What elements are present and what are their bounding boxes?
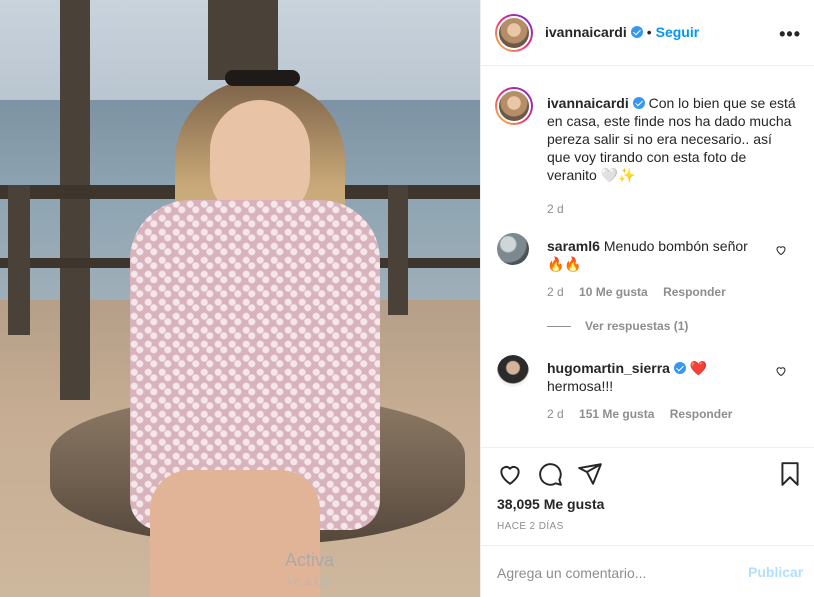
author-line: ivannaicardi • Seguir bbox=[545, 24, 699, 42]
likes-count[interactable]: 38,095 Me gusta bbox=[497, 496, 604, 512]
author-avatar[interactable] bbox=[495, 14, 533, 52]
post-actions: 38,095 Me gusta HACE 2 DÍAS bbox=[481, 447, 814, 547]
photo-post-1 bbox=[8, 185, 30, 335]
verified-badge-icon bbox=[632, 97, 645, 109]
post-header: ivannaicardi • Seguir ••• bbox=[481, 0, 814, 66]
comment-like-heart-icon[interactable] bbox=[775, 244, 787, 256]
post-side-panel: ivannaicardi • Seguir ••• ivannaicardi Con… bbox=[480, 0, 814, 597]
reply-button[interactable]: Responder bbox=[663, 285, 726, 299]
comment-username[interactable]: hugomartin_sierra bbox=[547, 360, 670, 376]
add-comment-bar: Publicar bbox=[481, 545, 814, 597]
comment-text: saraml6 Menudo bombón señor 🔥🔥 bbox=[547, 237, 767, 273]
caption-block: ivannaicardi Con lo bien que se está en … bbox=[547, 94, 797, 216]
comment-bubble-icon[interactable] bbox=[537, 461, 563, 487]
caption-time[interactable]: 2 d bbox=[547, 202, 797, 216]
comment-input[interactable] bbox=[497, 563, 727, 583]
comment-text: hugomartin_sierra ❤️ hermosa!!! bbox=[547, 359, 767, 395]
comment-saraml6: saraml6 Menudo bombón señor 🔥🔥 2 d 10 Me… bbox=[547, 237, 767, 333]
comment-hugomartin: hugomartin_sierra ❤️ hermosa!!! 2 d 151 … bbox=[547, 359, 767, 421]
comment-time[interactable]: 2 d bbox=[547, 407, 564, 421]
replies-line bbox=[547, 326, 571, 328]
verified-badge-icon bbox=[630, 26, 643, 38]
comment-time[interactable]: 2 d bbox=[547, 285, 564, 299]
post-photo[interactable] bbox=[0, 0, 480, 597]
photo-pole-left bbox=[60, 0, 90, 400]
comment-body: Menudo bombón señor bbox=[603, 238, 748, 254]
windows-activation-watermark: Activa bbox=[285, 550, 335, 570]
windows-activation-watermark-sub: Ve a Co bbox=[287, 574, 330, 588]
view-replies-button[interactable]: Ver respuestas (1) bbox=[547, 319, 767, 333]
follow-button[interactable]: Seguir bbox=[656, 24, 700, 40]
author-username[interactable]: ivannaicardi bbox=[545, 24, 627, 40]
share-send-icon[interactable] bbox=[577, 461, 603, 487]
comments-list[interactable]: ivannaicardi Con lo bien que se está en … bbox=[481, 67, 814, 445]
comment-meta: 2 d 10 Me gusta Responder bbox=[547, 285, 767, 299]
comment-emojis: 🔥🔥 bbox=[547, 256, 582, 272]
publish-button[interactable]: Publicar bbox=[748, 564, 803, 580]
photo-sunglasses bbox=[225, 70, 300, 86]
comment-meta: 2 d 151 Me gusta Responder bbox=[547, 407, 767, 421]
caption-avatar[interactable] bbox=[495, 87, 533, 125]
comment-avatar-saraml6[interactable] bbox=[497, 233, 529, 265]
post-timestamp[interactable]: HACE 2 DÍAS bbox=[497, 521, 564, 532]
bookmark-save-icon[interactable] bbox=[777, 461, 803, 487]
comment-username[interactable]: saraml6 bbox=[547, 238, 600, 254]
comment-likes[interactable]: 10 Me gusta bbox=[579, 285, 648, 299]
photo-pole-center bbox=[208, 0, 278, 80]
separator-dot: • bbox=[646, 24, 652, 40]
comment-avatar-hugomartin[interactable] bbox=[497, 355, 529, 387]
like-heart-icon[interactable] bbox=[497, 461, 523, 487]
caption-username[interactable]: ivannaicardi bbox=[547, 95, 629, 111]
reply-button[interactable]: Responder bbox=[670, 407, 733, 421]
comment-body: hermosa!!! bbox=[547, 378, 614, 394]
view-replies-label: Ver respuestas (1) bbox=[585, 319, 689, 333]
photo-post-2 bbox=[388, 185, 408, 315]
caption-text: ivannaicardi Con lo bien que se está en … bbox=[547, 94, 797, 184]
more-horizontal-icon[interactable]: ••• bbox=[779, 24, 801, 45]
comment-like-heart-icon[interactable] bbox=[775, 365, 787, 377]
comment-heart-emoji: ❤️ bbox=[689, 360, 708, 376]
comment-likes[interactable]: 151 Me gusta bbox=[579, 407, 654, 421]
verified-badge-icon bbox=[673, 362, 686, 374]
